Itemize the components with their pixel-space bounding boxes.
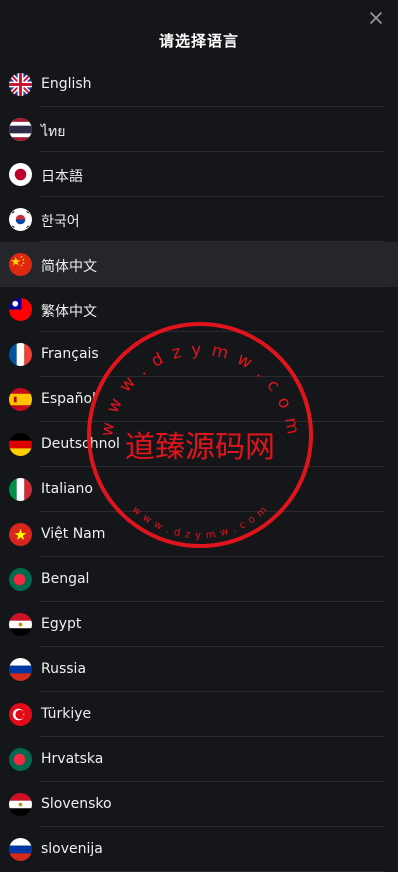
language-label: 简体中文 bbox=[41, 259, 97, 275]
language-label: English bbox=[41, 76, 92, 92]
language-item-french[interactable]: Français bbox=[0, 332, 398, 377]
language-label: slovenija bbox=[41, 841, 103, 857]
china-flag-icon bbox=[9, 253, 32, 276]
language-label: Français bbox=[41, 346, 99, 362]
language-label: Slovensko bbox=[41, 796, 112, 812]
language-label: Español bbox=[41, 391, 96, 407]
language-label: Egypt bbox=[41, 616, 82, 632]
language-item-slovenija[interactable]: slovenija bbox=[0, 827, 398, 872]
italy-flag-icon bbox=[9, 478, 32, 501]
language-item-simplified-chinese[interactable]: 简体中文 bbox=[0, 242, 398, 287]
turkey-flag-icon bbox=[9, 703, 32, 726]
language-item-egypt[interactable]: Egypt bbox=[0, 602, 398, 647]
bangladesh-flag-icon bbox=[9, 568, 32, 591]
egypt-flag-icon bbox=[9, 793, 32, 816]
uk-flag-icon bbox=[9, 73, 32, 96]
germany-flag-icon bbox=[9, 433, 32, 456]
language-item-slovensko[interactable]: Slovensko bbox=[0, 782, 398, 827]
language-item-korean[interactable]: 한국어 bbox=[0, 197, 398, 242]
language-label: Hrvatska bbox=[41, 751, 104, 767]
language-item-turkiye[interactable]: Türkiye bbox=[0, 692, 398, 737]
language-label: Việt Nam bbox=[41, 526, 106, 542]
russia-flag-icon bbox=[9, 838, 32, 861]
language-label: Bengal bbox=[41, 571, 90, 587]
language-item-thai[interactable]: ไทย bbox=[0, 107, 398, 152]
page-title: 请选择语言 bbox=[158, 32, 239, 50]
russia-flag-icon bbox=[9, 658, 32, 681]
language-list: English ไทย 日本語 한국어 简体中文 繁体中文 Français E… bbox=[0, 62, 398, 872]
taiwan-flag-icon bbox=[9, 298, 32, 321]
vietnam-flag-icon bbox=[9, 523, 32, 546]
egypt-flag-icon bbox=[9, 613, 32, 636]
language-label: Russia bbox=[41, 661, 87, 677]
language-item-hrvatska[interactable]: Hrvatska bbox=[0, 737, 398, 782]
language-item-russia[interactable]: Russia bbox=[0, 647, 398, 692]
close-icon[interactable] bbox=[368, 10, 384, 26]
france-flag-icon bbox=[9, 343, 32, 366]
korea-flag-icon bbox=[9, 208, 32, 231]
language-item-bengal[interactable]: Bengal bbox=[0, 557, 398, 602]
language-label: Deutschnol bbox=[41, 436, 120, 452]
spain-flag-icon bbox=[9, 388, 32, 411]
thailand-flag-icon bbox=[9, 118, 32, 141]
language-label: 한국어 bbox=[41, 214, 80, 230]
language-item-vietnamese[interactable]: Việt Nam bbox=[0, 512, 398, 557]
language-label: ไทย bbox=[41, 124, 66, 140]
language-label: 日本語 bbox=[41, 169, 83, 185]
language-item-italian[interactable]: Italiano bbox=[0, 467, 398, 512]
language-label: 繁体中文 bbox=[41, 304, 97, 320]
bangladesh-flag-icon bbox=[9, 748, 32, 771]
language-item-german[interactable]: Deutschnol bbox=[0, 422, 398, 467]
language-item-english[interactable]: English bbox=[0, 62, 398, 107]
language-label: Italiano bbox=[41, 481, 93, 497]
language-label: Türkiye bbox=[41, 706, 92, 722]
language-item-japanese[interactable]: 日本語 bbox=[0, 152, 398, 197]
header: 请选择语言 bbox=[0, 0, 398, 62]
language-item-spanish[interactable]: Español bbox=[0, 377, 398, 422]
japan-flag-icon bbox=[9, 163, 32, 186]
language-item-traditional-chinese[interactable]: 繁体中文 bbox=[0, 287, 398, 332]
